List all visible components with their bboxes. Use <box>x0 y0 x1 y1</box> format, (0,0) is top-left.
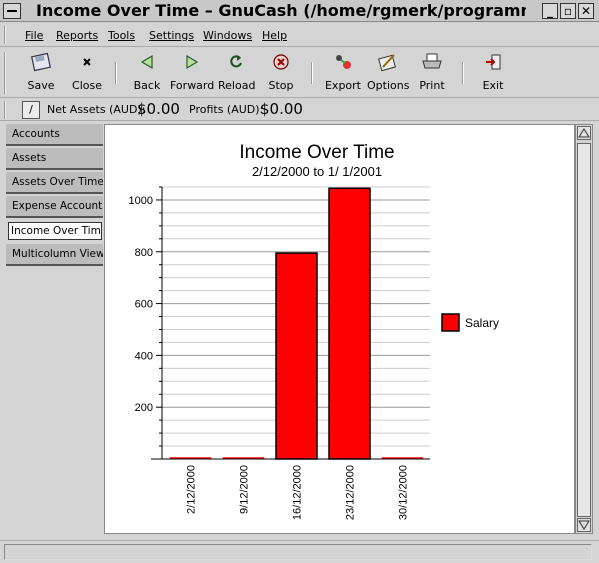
legend-swatch-salary <box>441 313 460 332</box>
tab-income-over-time[interactable]: Income Over Time <box>8 222 102 240</box>
x-tick-label: 9/12/2000 <box>239 465 251 514</box>
x-tick-label: 30/12/2000 <box>398 465 410 520</box>
bar-16-12-2000 <box>275 252 318 460</box>
report-view: Income Over Time 2/12/2000 to 1/ 1/2001 … <box>104 124 575 534</box>
chart-legend: Salary <box>441 313 499 332</box>
export-button[interactable]: Export <box>323 52 363 94</box>
forward-button[interactable]: Forward <box>170 52 214 94</box>
print-button[interactable]: Print <box>415 52 449 94</box>
y-tick-label: 400 <box>135 350 153 362</box>
status-bar <box>0 540 599 563</box>
menu-bar: File Reports Tools Settings Windows Help <box>0 23 599 47</box>
options-icon <box>367 52 409 76</box>
y-tick-label: 800 <box>135 247 153 259</box>
bar-23-12-2000 <box>328 187 371 460</box>
toolbar: Save Close Back Forward Reload Stop Expo… <box>0 48 599 98</box>
toolbar-separator <box>462 62 464 84</box>
vertical-scrollbar[interactable] <box>575 124 593 534</box>
menubar-grip[interactable] <box>4 26 12 44</box>
y-tick-label: 1000 <box>129 195 153 207</box>
net-assets-value: $0.00 <box>137 100 180 118</box>
x-tick-label: 16/12/2000 <box>292 465 304 520</box>
net-assets-label: Net Assets (AUD): <box>47 103 146 116</box>
minimize-button[interactable]: _ <box>542 3 558 19</box>
income-chart: Income Over Time 2/12/2000 to 1/ 1/2001 … <box>129 142 500 520</box>
stop-icon <box>264 52 298 76</box>
close-x-icon <box>70 52 104 76</box>
back-button[interactable]: Back <box>130 52 164 94</box>
maximize-button[interactable]: ▫ <box>560 3 576 19</box>
y-tick-label: 600 <box>135 299 153 311</box>
menu-tools[interactable]: Tools <box>108 29 135 42</box>
close-window-button[interactable]: ✕ <box>578 3 594 19</box>
close-button[interactable]: Close <box>70 52 104 94</box>
legend-label-salary: Salary <box>465 316 499 330</box>
summarybar-grip[interactable] <box>4 101 12 119</box>
menu-windows[interactable]: Windows <box>203 29 252 42</box>
toolbar-separator <box>115 62 117 84</box>
y-tick-label: 200 <box>135 402 153 414</box>
exit-button[interactable]: Exit <box>477 52 509 94</box>
exit-door-icon <box>477 52 509 76</box>
floppy-disk-icon <box>24 52 58 76</box>
toolbar-separator <box>311 62 313 84</box>
profits-value: $0.00 <box>260 100 303 118</box>
tab-expense-accounts[interactable]: Expense Accounts <box>6 196 103 218</box>
arrow-right-icon <box>170 52 214 76</box>
x-tick-label: 23/12/2000 <box>345 465 357 520</box>
printer-icon <box>415 52 449 76</box>
menu-settings[interactable]: Settings <box>149 29 194 42</box>
reload-icon <box>218 52 254 76</box>
summary-bar: / Net Assets (AUD): $0.00 Profits (AUD):… <box>0 99 599 121</box>
window-title: Income Over Time – GnuCash (/home/rgmerk… <box>30 1 526 21</box>
export-icon <box>323 52 363 76</box>
tab-assets[interactable]: Assets <box>6 148 103 170</box>
reload-button[interactable]: Reload <box>218 52 255 94</box>
tab-accounts[interactable]: Accounts <box>6 124 103 146</box>
profits-label: Profits (AUD): <box>189 103 264 116</box>
chart-title: Income Over Time <box>239 142 394 163</box>
menu-file[interactable]: File <box>25 29 43 42</box>
arrow-left-icon <box>130 52 164 76</box>
window-menu-button[interactable] <box>3 3 21 19</box>
status-field <box>4 544 592 560</box>
scroll-down-arrow-icon[interactable] <box>577 518 591 532</box>
summary-combo-button[interactable]: / <box>22 101 40 119</box>
scroll-up-arrow-icon[interactable] <box>577 126 591 140</box>
chart-subtitle: 2/12/2000 to 1/ 1/2001 <box>252 164 382 179</box>
options-button[interactable]: Options <box>367 52 409 94</box>
x-tick-label: 2/12/2000 <box>186 465 198 514</box>
title-bar: Income Over Time – GnuCash (/home/rgmerk… <box>0 0 599 22</box>
menu-help[interactable]: Help <box>262 29 287 42</box>
stop-button[interactable]: Stop <box>264 52 298 94</box>
toolbar-grip[interactable] <box>4 52 12 94</box>
tab-assets-over-time[interactable]: Assets Over Time <box>6 172 103 194</box>
menu-reports[interactable]: Reports <box>56 29 98 42</box>
scroll-thumb[interactable] <box>577 143 591 517</box>
tab-multicolumn-view[interactable]: Multicolumn View <box>6 244 103 266</box>
report-tabs: Accounts Assets Assets Over Time Expense… <box>4 124 104 534</box>
save-button[interactable]: Save <box>24 52 58 94</box>
